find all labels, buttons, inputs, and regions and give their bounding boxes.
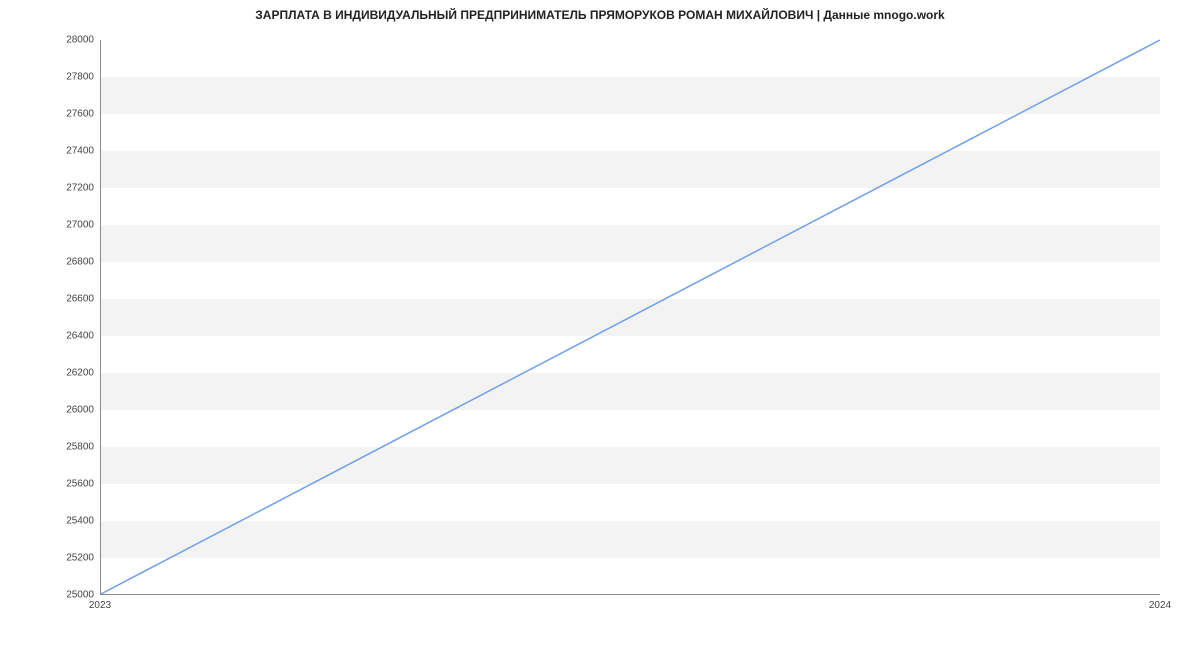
y-tick-label: 28000 [4,35,94,46]
salary-chart: ЗАРПЛАТА В ИНДИВИДУАЛЬНЫЙ ПРЕДПРИНИМАТЕЛ… [0,0,1200,650]
x-tick-label: 2023 [89,600,111,611]
line-series [101,40,1160,594]
y-tick-label: 26400 [4,331,94,342]
y-tick-label: 27800 [4,72,94,83]
plot-area [100,40,1160,595]
x-tick-label: 2024 [1149,600,1171,611]
y-tick-label: 26600 [4,294,94,305]
y-tick-label: 25800 [4,442,94,453]
y-tick-label: 27000 [4,220,94,231]
y-tick-label: 26800 [4,257,94,268]
series-line [101,40,1160,594]
y-tick-label: 27200 [4,183,94,194]
y-tick-label: 27600 [4,109,94,120]
y-tick-label: 25200 [4,553,94,564]
y-tick-label: 26000 [4,405,94,416]
y-tick-label: 25600 [4,479,94,490]
y-tick-label: 25000 [4,590,94,601]
y-tick-label: 27400 [4,146,94,157]
y-tick-label: 26200 [4,368,94,379]
chart-title: ЗАРПЛАТА В ИНДИВИДУАЛЬНЫЙ ПРЕДПРИНИМАТЕЛ… [0,8,1200,22]
y-tick-label: 25400 [4,516,94,527]
